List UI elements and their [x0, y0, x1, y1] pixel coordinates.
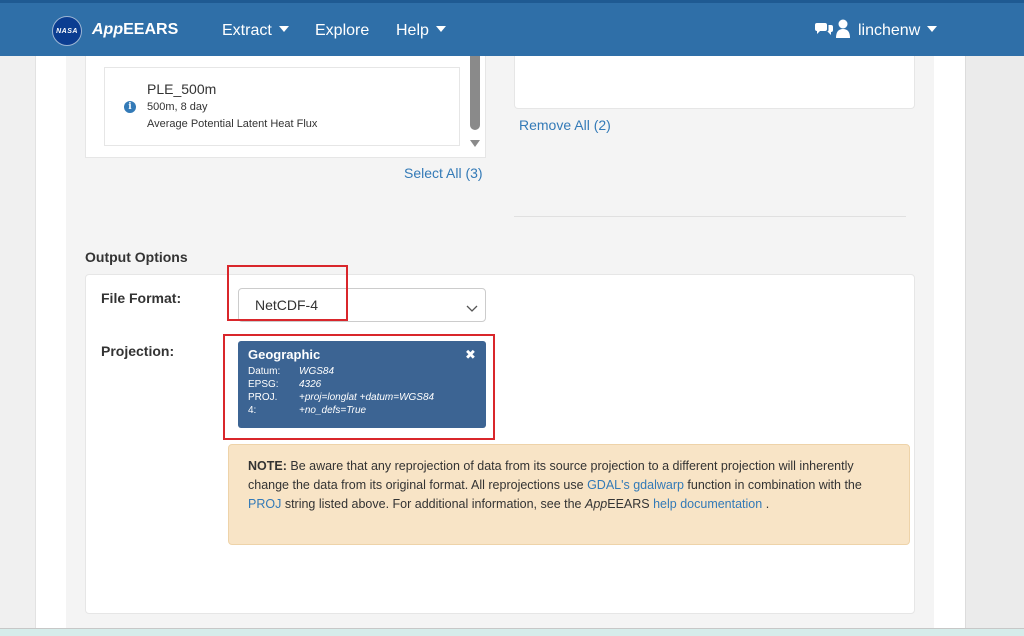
right-gutter: [965, 56, 1024, 630]
proj-link[interactable]: PROJ: [248, 497, 281, 511]
nav-extract-dropdown[interactable]: Extract: [222, 22, 289, 40]
remove-all-link[interactable]: Remove All (2): [519, 117, 611, 133]
caret-down-icon: [278, 26, 289, 32]
nav-explore[interactable]: Explore: [315, 22, 369, 40]
user-icon[interactable]: [835, 19, 851, 44]
projection-label: Projection:: [101, 343, 175, 359]
caret-down-icon: [435, 26, 446, 32]
layer-resolution: 500m, 8 day: [147, 101, 208, 113]
user-menu-dropdown[interactable]: linchenw: [858, 22, 938, 40]
close-icon[interactable]: ✖: [465, 347, 476, 363]
section-divider: [514, 216, 906, 217]
chat-bubbles-icon[interactable]: [814, 22, 834, 43]
note-label: NOTE:: [248, 459, 287, 473]
projection-epsg-row: EPSG: 4326: [248, 379, 321, 390]
layer-description: Average Potential Latent Heat Flux: [147, 118, 318, 130]
projection-proj-row: PROJ. +proj=longlat +datum=WGS84: [248, 392, 434, 403]
selected-layers-card: [514, 56, 915, 109]
projection-value: 4326: [299, 379, 322, 390]
app-brand[interactable]: AppEEARS: [92, 21, 178, 39]
nasa-logo[interactable]: NASA: [52, 16, 82, 46]
file-format-value: NetCDF-4: [255, 297, 319, 313]
projection-key: 4:: [248, 405, 257, 416]
projection-title: Geographic: [248, 347, 321, 362]
output-options-heading: Output Options: [85, 249, 188, 265]
projection-value: +proj=longlat +datum=WGS84: [299, 392, 435, 403]
left-gutter: [0, 56, 36, 630]
caret-down-icon: [927, 26, 938, 32]
reprojection-note: NOTE: Be aware that any reprojection of …: [228, 444, 910, 545]
top-navbar: NASA AppEEARS Extract Explore Help linch…: [0, 0, 1024, 56]
info-circle-icon[interactable]: i: [124, 101, 136, 113]
projection-datum-row: Datum: WGS84: [248, 366, 334, 377]
file-format-label: File Format:: [101, 290, 182, 306]
bottom-bar: [0, 628, 1024, 636]
nav-help-dropdown[interactable]: Help: [396, 22, 446, 40]
scrollbar-thumb[interactable]: [470, 56, 480, 130]
chevron-down-icon: [466, 300, 478, 318]
select-all-link[interactable]: Select All (3): [404, 165, 483, 181]
projection-key: EPSG:: [248, 379, 279, 390]
layer-name: PLE_500m: [147, 81, 217, 97]
gdalwarp-link[interactable]: GDAL's gdalwarp: [587, 478, 684, 492]
brand-prefix: App: [92, 21, 124, 38]
projection-proj4-row: 4: +no_defs=True: [248, 405, 366, 416]
brand-suffix: EEARS: [123, 21, 179, 38]
projection-value: WGS84: [299, 366, 335, 377]
scroll-down-arrow-icon[interactable]: [470, 140, 480, 147]
help-documentation-link[interactable]: help documentation: [653, 497, 762, 511]
projection-key: PROJ.: [248, 392, 278, 403]
projection-key: Datum:: [248, 366, 281, 377]
projection-value: +no_defs=True: [299, 405, 367, 416]
